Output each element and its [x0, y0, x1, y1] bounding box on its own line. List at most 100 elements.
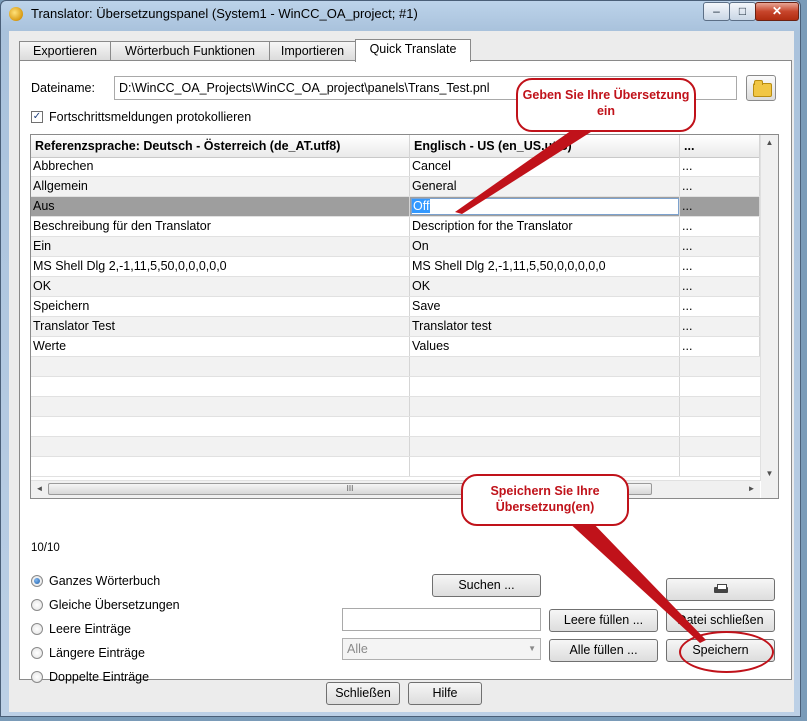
scroll-down-arrow-icon[interactable]: ▼	[761, 469, 778, 478]
table-row[interactable]: Speichern Save ...	[31, 297, 760, 317]
table-row-empty[interactable]	[31, 377, 760, 397]
cell-reference[interactable]: Translator Test	[31, 317, 410, 336]
scroll-up-arrow-icon[interactable]: ▲	[761, 138, 778, 147]
table-row-empty[interactable]	[31, 357, 760, 377]
tab-exportieren[interactable]: Exportieren	[19, 41, 111, 61]
translation-edit-field[interactable]: Off	[411, 198, 679, 215]
table-header: Referenzsprache: Deutsch - Österreich (d…	[31, 135, 760, 158]
scroll-left-arrow-icon[interactable]: ◄	[31, 484, 48, 493]
scrollbar-corner	[761, 481, 778, 498]
radio-label: Längere Einträge	[49, 646, 145, 660]
callout-enter-translation: Geben Sie Ihre Übersetzung ein	[516, 78, 696, 132]
browse-button[interactable]	[746, 75, 776, 101]
table-row[interactable]: Ein On ...	[31, 237, 760, 257]
cell-reference[interactable]: Allgemein	[31, 177, 410, 196]
help-button[interactable]: Hilfe	[408, 682, 482, 705]
cell-translation[interactable]: General	[410, 177, 680, 196]
scope-select[interactable]: Alle ▼	[342, 638, 541, 660]
radio-leere-eintraege[interactable]	[31, 623, 43, 635]
cell-reference[interactable]: Beschreibung für den Translator	[31, 217, 410, 236]
log-progress-label: Fortschrittsmeldungen protokollieren	[49, 110, 252, 124]
radio-gleiche-uebersetzungen[interactable]	[31, 599, 43, 611]
cell-translation[interactable]: Save	[410, 297, 680, 316]
dialog-client-area: Exportieren Wörterbuch Funktionen Import…	[9, 31, 794, 712]
scope-select-value: Alle	[347, 642, 368, 656]
callout-save-translation: Speichern Sie Ihre Übersetzung(en)	[461, 474, 629, 526]
close-button[interactable]: Schließen	[326, 682, 400, 705]
cell-more[interactable]: ...	[680, 277, 760, 296]
app-icon	[9, 7, 23, 21]
radio-label: Leere Einträge	[49, 622, 132, 636]
translation-table: Referenzsprache: Deutsch - Österreich (d…	[30, 134, 779, 499]
table-row[interactable]: Beschreibung für den Translator Descript…	[31, 217, 760, 237]
table-row[interactable]: Allgemein General ...	[31, 177, 760, 197]
table-row-selected[interactable]: Aus ... Off	[31, 197, 760, 217]
record-count: 10/10	[31, 542, 60, 554]
table-row-empty[interactable]	[31, 457, 760, 477]
cell-more[interactable]: ...	[680, 237, 760, 256]
radio-ganzes-woerterbuch[interactable]	[31, 575, 43, 587]
horizontal-scrollbar[interactable]: ◄ III ►	[31, 480, 760, 498]
maximize-button[interactable]: □	[729, 2, 756, 21]
radio-label: Ganzes Wörterbuch	[49, 574, 161, 588]
search-button[interactable]: Suchen ...	[432, 574, 541, 597]
column-header-english[interactable]: Englisch - US (en_US.utf8)	[410, 135, 680, 157]
table-row[interactable]: Translator Test Translator test ...	[31, 317, 760, 337]
column-header-reference[interactable]: Referenzsprache: Deutsch - Österreich (d…	[31, 135, 410, 157]
cell-more[interactable]: ...	[680, 317, 760, 336]
cell-reference[interactable]: Abbrechen	[31, 157, 410, 176]
tab-quick-translate[interactable]: Quick Translate	[355, 39, 471, 62]
scroll-right-arrow-icon[interactable]: ►	[743, 484, 760, 493]
chevron-down-icon: ▼	[528, 644, 536, 653]
fill-empty-button[interactable]: Leere füllen ...	[549, 609, 658, 632]
cell-translation[interactable]: Cancel	[410, 157, 680, 176]
table-row[interactable]: MS Shell Dlg 2,-1,11,5,50,0,0,0,0,0 MS S…	[31, 257, 760, 277]
cell-translation[interactable]: Values	[410, 337, 680, 356]
title-bar[interactable]: Translator: Übersetzungspanel (System1 -…	[1, 1, 800, 29]
close-file-button[interactable]: Datei schließen	[666, 609, 775, 632]
cell-reference[interactable]: Ein	[31, 237, 410, 256]
cell-more[interactable]: ...	[680, 177, 760, 196]
tab-importieren[interactable]: Importieren	[269, 41, 356, 61]
minimize-button[interactable]: –	[703, 2, 730, 21]
print-button[interactable]	[666, 578, 775, 601]
radio-doppelte-eintraege[interactable]	[31, 671, 43, 683]
cell-more[interactable]: ...	[680, 337, 760, 356]
table-row[interactable]: Abbrechen Cancel ...	[31, 157, 760, 177]
cell-reference[interactable]: Speichern	[31, 297, 410, 316]
table-row-empty[interactable]	[31, 417, 760, 437]
radio-label: Gleiche Übersetzungen	[49, 598, 180, 612]
cell-reference[interactable]: Aus	[31, 197, 410, 216]
cell-translation[interactable]: Description for the Translator	[410, 217, 680, 236]
cell-more[interactable]: ...	[680, 297, 760, 316]
tab-woerterbuch-funktionen[interactable]: Wörterbuch Funktionen	[110, 41, 270, 61]
cell-reference[interactable]: Werte	[31, 337, 410, 356]
cell-translation[interactable]: Translator test	[410, 317, 680, 336]
cell-more[interactable]: ...	[680, 217, 760, 236]
cell-more[interactable]: ...	[680, 197, 760, 216]
cell-more[interactable]: ...	[680, 257, 760, 276]
save-highlight-ring	[679, 631, 774, 673]
fill-value-input[interactable]	[342, 608, 541, 631]
printer-icon	[713, 584, 728, 595]
radio-label: Doppelte Einträge	[49, 670, 150, 684]
table-row-empty[interactable]	[31, 397, 760, 417]
cell-reference[interactable]: OK	[31, 277, 410, 296]
cell-reference[interactable]: MS Shell Dlg 2,-1,11,5,50,0,0,0,0,0	[31, 257, 410, 276]
table-row[interactable]: OK OK ...	[31, 277, 760, 297]
cell-translation[interactable]: OK	[410, 277, 680, 296]
table-row-empty[interactable]	[31, 437, 760, 457]
close-window-button[interactable]: ✕	[755, 2, 799, 21]
fill-all-button[interactable]: Alle füllen ...	[549, 639, 658, 662]
column-header-more[interactable]: ...	[680, 135, 760, 157]
translation-edit-text: Off	[412, 199, 431, 213]
table-row[interactable]: Werte Values ...	[31, 337, 760, 357]
vertical-scrollbar[interactable]: ▲ ▼	[760, 135, 778, 481]
cell-translation[interactable]: On	[410, 237, 680, 256]
filename-label: Dateiname:	[31, 81, 95, 95]
folder-icon	[753, 80, 772, 97]
log-progress-checkbox[interactable]: ✓	[31, 111, 43, 123]
radio-laengere-eintraege[interactable]	[31, 647, 43, 659]
cell-more[interactable]: ...	[680, 157, 760, 176]
cell-translation[interactable]: MS Shell Dlg 2,-1,11,5,50,0,0,0,0,0	[410, 257, 680, 276]
